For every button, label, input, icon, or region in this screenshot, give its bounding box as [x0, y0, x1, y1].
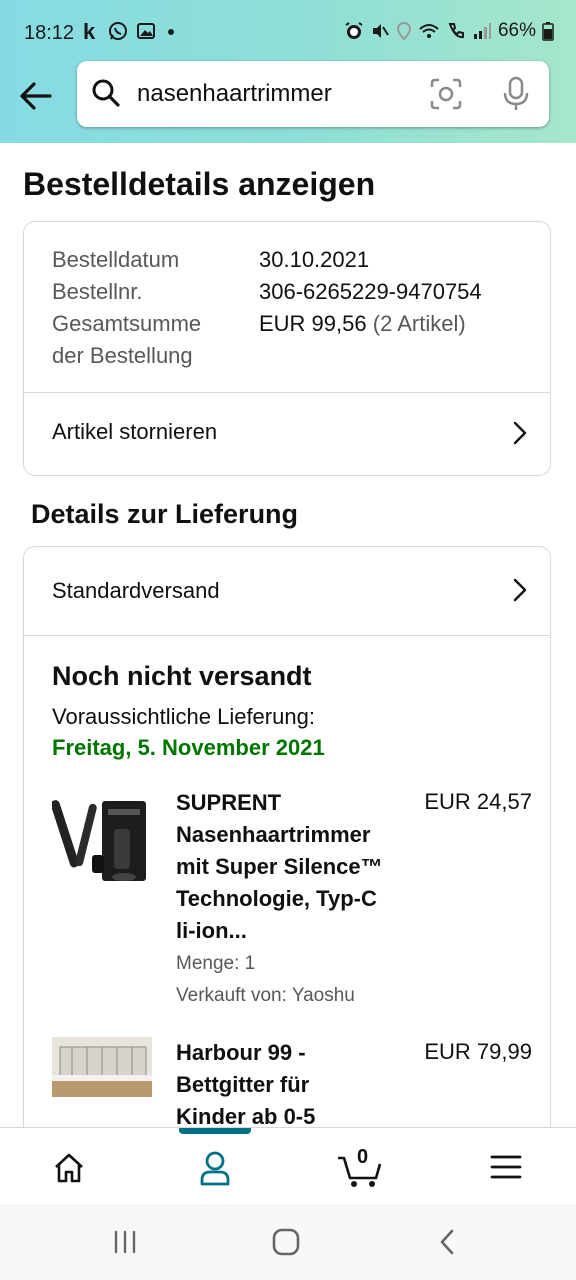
gallery-icon	[137, 23, 155, 39]
item-price: EUR 79,99	[424, 1039, 532, 1064]
order-total-label-line1: Gesamtsumme	[52, 311, 202, 336]
status-left-icons: k	[82, 20, 178, 42]
item-title-line: Nasenhaartrimmer	[176, 822, 371, 847]
order-number-value: 306-6265229-9470754	[259, 279, 482, 304]
order-date-value: 30.10.2021	[259, 247, 370, 272]
search-input[interactable]: nasenhaartrimmer	[137, 80, 332, 108]
alarm-icon	[345, 22, 363, 39]
item-title-line: Technologie, Typ-C	[176, 886, 377, 911]
shipping-status: Noch nicht versandt	[52, 661, 312, 691]
card-divider	[24, 635, 550, 636]
order-total-label-line2: der Bestellung	[52, 343, 193, 368]
item-title-line: SUPRENT	[176, 790, 282, 815]
cancel-items-link[interactable]: Artikel stornieren	[24, 393, 550, 473]
order-date-label: Bestelldatum	[52, 247, 180, 272]
whatsapp-icon	[109, 22, 127, 40]
order-total-amount: EUR 99,56	[259, 311, 367, 336]
nav-home[interactable]	[0, 1128, 144, 1205]
system-home-icon	[272, 1228, 300, 1256]
location-icon	[396, 21, 411, 41]
signal-icon	[473, 23, 491, 39]
home-icon	[55, 1153, 83, 1183]
order-total-value: EUR 99,56 (2 Artikel)	[259, 308, 482, 340]
eta-label: Voraussichtliche Lieferung:	[52, 704, 315, 729]
menu-icon	[490, 1155, 522, 1179]
order-info-values: 30.10.2021 306-6265229-9470754 EUR 99,56…	[259, 244, 482, 340]
mute-icon	[372, 24, 389, 38]
bottom-navigation: 0	[0, 1127, 576, 1205]
account-icon	[200, 1151, 230, 1186]
item-title[interactable]: Harbour 99 - Bettgitter für Kinder ab 0-…	[176, 1037, 401, 1133]
svg-text:k: k	[83, 20, 96, 42]
cancel-items-label: Artikel stornieren	[52, 419, 218, 444]
search-box[interactable]: nasenhaartrimmer	[77, 61, 549, 127]
product-image-bed-rail[interactable]	[52, 1037, 152, 1097]
item-title[interactable]: SUPRENT Nasenhaartrimmer mit Super Silen…	[176, 787, 401, 947]
system-navigation-bar	[0, 1204, 576, 1280]
order-total-items: (2 Artikel)	[372, 311, 466, 336]
delivery-section-title: Details zur Lieferung	[31, 499, 299, 529]
wifi-icon	[419, 24, 439, 38]
shipping-method-label: Standardversand	[52, 578, 220, 603]
item-title-line: Harbour 99 -	[176, 1040, 306, 1065]
item-seller: Verkauft von: Yaoshu	[176, 985, 355, 1006]
cart-count: 0	[357, 1146, 369, 1168]
microphone-icon[interactable]	[501, 76, 531, 112]
call-icon	[448, 23, 464, 39]
k-app-icon: k	[83, 20, 96, 42]
order-info-card: Bestelldatum Bestellnr. Gesamtsumme der …	[23, 221, 551, 476]
order-item[interactable]: SUPRENT Nasenhaartrimmer mit Super Silen…	[24, 787, 550, 1017]
status-right-icons: 66%	[344, 20, 554, 42]
item-title-line: mit Super Silence™	[176, 854, 383, 879]
item-price: EUR 24,57	[424, 789, 532, 814]
nav-menu[interactable]	[432, 1128, 576, 1205]
system-back-icon	[440, 1229, 454, 1255]
back-arrow-icon[interactable]	[18, 78, 54, 114]
page-title: Bestelldetails anzeigen	[23, 166, 376, 202]
battery-percent: 66%	[497, 20, 536, 41]
product-image-trimmer[interactable]	[52, 793, 152, 887]
item-quantity: Menge: 1	[176, 953, 256, 974]
recent-apps-icon	[114, 1230, 136, 1254]
home-button[interactable]	[227, 1204, 347, 1280]
status-time: 18:12	[24, 22, 75, 44]
camera-scan-icon[interactable]	[429, 77, 463, 111]
shipping-method-link[interactable]: Standardversand	[24, 547, 550, 635]
item-title-line: Bettgitter für	[176, 1072, 310, 1097]
nav-account[interactable]	[144, 1128, 288, 1205]
item-title-line: li-ion...	[176, 918, 247, 943]
battery-icon	[542, 22, 554, 41]
eta-date: Freitag, 5. November 2021	[52, 735, 325, 760]
delivery-card: Standardversand Noch nicht versandt Vora…	[23, 546, 551, 1146]
system-back-button[interactable]	[388, 1204, 508, 1280]
recent-apps-button[interactable]	[66, 1204, 186, 1280]
order-number-label: Bestellnr.	[52, 279, 143, 304]
search-icon[interactable]	[91, 78, 121, 108]
order-info-labels: Bestelldatum Bestellnr. Gesamtsumme der …	[52, 244, 201, 372]
app-header: 18:12 k 66% nasenhaartrimmer	[0, 0, 576, 143]
dot-icon	[168, 29, 174, 35]
status-bar: 18:12 k 66%	[0, 0, 576, 66]
chevron-right-icon	[513, 421, 527, 445]
chevron-right-icon	[513, 578, 527, 602]
